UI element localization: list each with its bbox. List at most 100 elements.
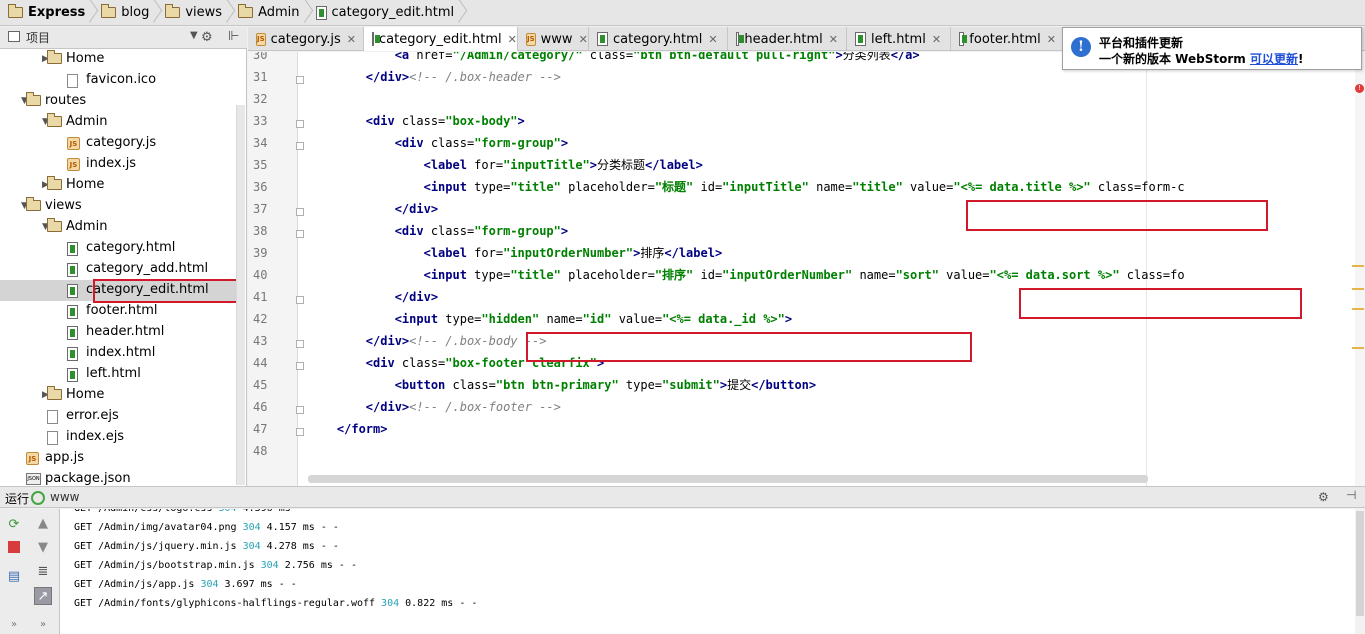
update-notification[interactable]: ! 平台和插件更新 一个新的版本 WebStorm 可以更新!	[1062, 27, 1362, 70]
tree-item[interactable]: category_add.html	[0, 259, 236, 280]
tree-item[interactable]: footer.html	[0, 301, 236, 322]
breadcrumb-item-blog[interactable]: blog	[93, 0, 157, 26]
tree-item[interactable]: ▼ Admin	[0, 112, 236, 133]
tab-www[interactable]: JS www ✕	[518, 27, 589, 51]
code-line[interactable]: </div><!-- /.box-body -->	[308, 330, 547, 352]
code-line[interactable]: <div class="form-group">	[308, 220, 568, 242]
code-line[interactable]: </form>	[308, 418, 388, 440]
project-view-icon[interactable]	[8, 31, 20, 42]
code-editor[interactable]: 30 31 32 33 34 35 36 37 38 39 40 41 42 43 44 45 46 47 48 <…	[248, 52, 1365, 486]
fold-marker-icon[interactable]	[296, 296, 304, 304]
expand-right-icon[interactable]: »	[34, 615, 52, 633]
fold-marker-icon[interactable]	[296, 340, 304, 348]
minimize-icon[interactable]: ⊣	[1346, 488, 1356, 502]
code-line[interactable]: <input type="title" placeholder="排序" id=…	[308, 264, 1185, 286]
warning-stripe[interactable]	[1352, 347, 1364, 349]
tree-item[interactable]: ▼ Admin	[0, 217, 236, 238]
tree-item[interactable]: ▶ Home	[0, 49, 236, 70]
tab-category-html[interactable]: category.html ✕	[589, 27, 728, 51]
close-icon[interactable]: ✕	[708, 33, 717, 46]
code-line[interactable]: <input type="hidden" name="id" value="<%…	[308, 308, 792, 330]
tab-left-html[interactable]: left.html ✕	[847, 27, 951, 51]
tree-item[interactable]: ▼ routes	[0, 91, 236, 112]
close-icon[interactable]: ✕	[829, 33, 838, 46]
gear-icon[interactable]: ⚙	[201, 30, 213, 45]
warning-stripe[interactable]	[1352, 288, 1364, 290]
tree-item[interactable]: error.ejs	[0, 406, 236, 427]
warning-stripe[interactable]	[1352, 265, 1364, 267]
soft-wrap-icon[interactable]: ≣	[34, 562, 52, 580]
tree-item[interactable]: header.html	[0, 322, 236, 343]
code-line[interactable]: </div>	[308, 286, 438, 308]
expand-left-icon[interactable]: »	[5, 615, 23, 633]
stop-icon[interactable]	[5, 538, 23, 556]
horizontal-scrollbar[interactable]	[308, 475, 1148, 483]
tree-item[interactable]: left.html	[0, 364, 236, 385]
fold-marker-icon[interactable]	[296, 230, 304, 238]
vertical-scrollbar[interactable]	[1355, 52, 1365, 486]
tree-item[interactable]: JS index.js	[0, 154, 236, 175]
code-line[interactable]: </div>	[308, 198, 438, 220]
breadcrumb-item-express[interactable]: Express	[0, 0, 93, 26]
breadcrumb-item-views[interactable]: views	[157, 0, 230, 26]
tab-category-js[interactable]: JS category.js ✕	[248, 27, 364, 51]
notification-message-text: 一个新的版本 WebStorm	[1099, 52, 1250, 66]
layout-icon[interactable]: ▤	[5, 567, 23, 585]
console-scrollbar[interactable]	[1355, 509, 1365, 634]
code-line[interactable]: </div><!-- /.box-header -->	[308, 66, 561, 88]
fold-marker-icon[interactable]	[296, 142, 304, 150]
tree-item[interactable]: ▶ Home	[0, 175, 236, 196]
code-line[interactable]: </div><!-- /.box-footer -->	[308, 396, 561, 418]
tree-item[interactable]: JSON package.json	[0, 469, 236, 486]
project-panel-title[interactable]: 项目	[26, 29, 50, 46]
code-line[interactable]: <button class="btn btn-primary" type="su…	[308, 374, 816, 396]
down-arrow-icon[interactable]: ▼	[34, 538, 52, 556]
code-line[interactable]: <input type="title" placeholder="标题" id=…	[308, 176, 1185, 198]
run-config-name[interactable]: www	[50, 490, 79, 504]
fold-marker-icon[interactable]	[296, 120, 304, 128]
close-icon[interactable]: ✕	[932, 33, 941, 46]
warning-stripe[interactable]	[1352, 308, 1364, 310]
tree-item[interactable]: JS app.js	[0, 448, 236, 469]
tree-item[interactable]: ▼ views	[0, 196, 236, 217]
tree-item[interactable]: ▶ Home	[0, 385, 236, 406]
tree-item[interactable]: index.html	[0, 343, 236, 364]
collapse-icon[interactable]: ⊩	[228, 29, 239, 44]
gear-icon[interactable]: ⚙	[1318, 490, 1329, 504]
tab-footer-html[interactable]: footer.html ✕	[951, 27, 1065, 51]
code-line[interactable]: <div class="form-group">	[308, 132, 568, 154]
code-line[interactable]: <label for="inputOrderNumber">排序</label>	[308, 242, 723, 264]
tab-header-html[interactable]: header.html ✕	[728, 27, 847, 51]
fold-marker-icon[interactable]	[296, 428, 304, 436]
console-output[interactable]: GET /Admin/css/logo.css 304 4.396 ms - -…	[60, 509, 1365, 634]
node-run-icon	[31, 491, 45, 505]
tree-scrollbar[interactable]	[236, 105, 245, 485]
fold-marker-icon[interactable]	[296, 208, 304, 216]
fold-marker-icon[interactable]	[296, 76, 304, 84]
close-icon[interactable]: ✕	[1047, 33, 1056, 46]
close-icon[interactable]: ✕	[579, 33, 588, 46]
dropdown-arrow-icon[interactable]: ▼	[190, 30, 198, 41]
tree-item[interactable]: JS category.js	[0, 133, 236, 154]
code-line[interactable]: <div class="box-body">	[308, 110, 525, 132]
up-arrow-icon[interactable]: ▲	[34, 514, 52, 532]
close-icon[interactable]: ✕	[508, 33, 517, 46]
close-icon[interactable]: ✕	[347, 33, 356, 46]
update-link[interactable]: 可以更新	[1250, 52, 1298, 66]
error-marker-icon[interactable]: !	[1355, 84, 1364, 93]
breadcrumb-item-admin[interactable]: Admin	[230, 0, 307, 26]
tree-item[interactable]: favicon.ico	[0, 70, 236, 91]
console-scroll-thumb[interactable]	[1356, 511, 1364, 616]
html-file-icon	[855, 32, 866, 46]
project-panel-header: 项目 ▼ ⚙ ⊩	[0, 27, 247, 49]
breadcrumb-item-file[interactable]: category_edit.html	[308, 0, 463, 26]
fold-marker-icon[interactable]	[296, 362, 304, 370]
pin-icon[interactable]: ↗	[34, 587, 52, 605]
fold-marker-icon[interactable]	[296, 406, 304, 414]
tab-category-edit-html[interactable]: category_edit.html ✕	[364, 27, 518, 51]
code-line[interactable]: <label for="inputTitle">分类标题</label>	[308, 154, 703, 176]
code-line[interactable]: <a href="/Admin/category/" class="btn bt…	[308, 52, 920, 66]
tree-item[interactable]: index.ejs	[0, 427, 236, 448]
tree-item[interactable]: category.html	[0, 238, 236, 259]
rerun-icon[interactable]: ⟳	[5, 515, 23, 533]
